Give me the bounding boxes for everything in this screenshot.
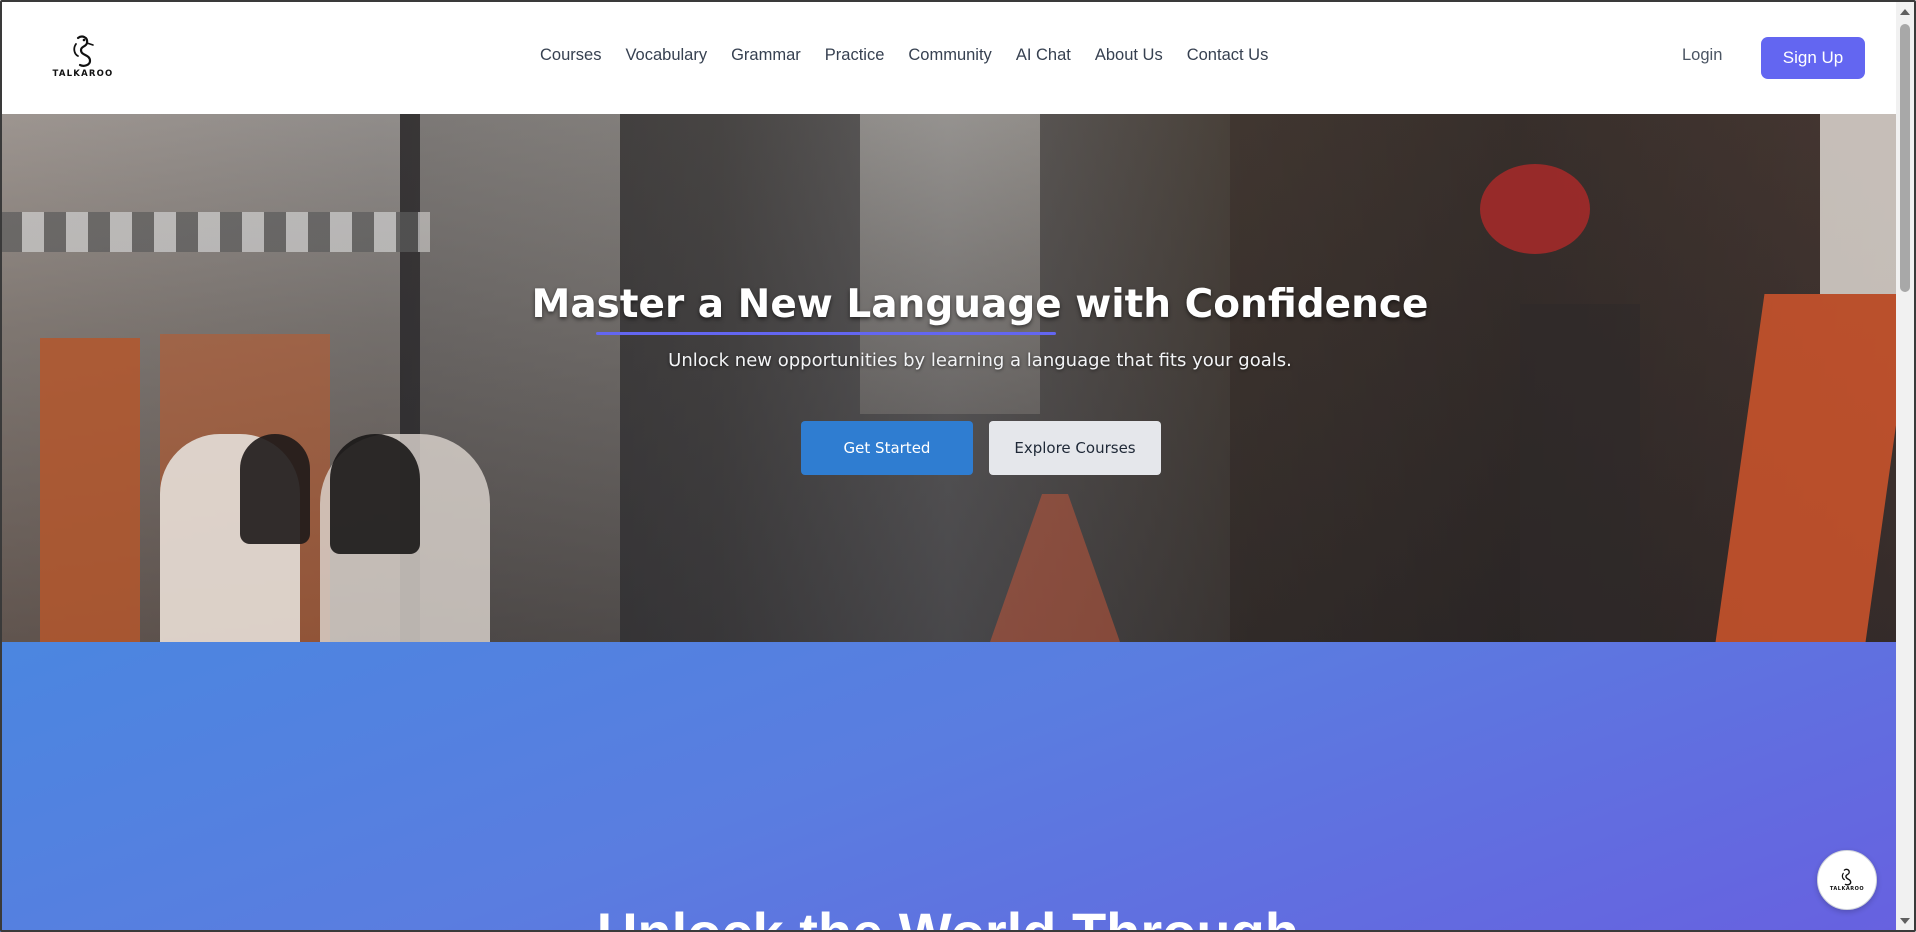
nav-practice[interactable]: Practice — [825, 46, 885, 65]
section-heading: Unlock the World Through — [0, 900, 1896, 932]
title-underline — [596, 332, 1056, 335]
logo-wordmark: TALKAROO — [52, 69, 114, 79]
nav-grammar[interactable]: Grammar — [731, 46, 801, 65]
nav-contact-us[interactable]: Contact Us — [1187, 46, 1269, 65]
main-nav: Courses Vocabulary Grammar Practice Comm… — [540, 46, 1292, 65]
kangaroo-logo-icon — [73, 35, 94, 67]
chat-logo-wordmark: TALKAROO — [1829, 886, 1865, 892]
scroll-thumb[interactable] — [1900, 24, 1910, 292]
features-section: Unlock the World Through — [0, 642, 1896, 932]
hero-title: Master a New Language with Confidence — [531, 282, 1429, 327]
get-started-button[interactable]: Get Started — [801, 421, 973, 475]
scroll-up-arrow-icon[interactable] — [1900, 9, 1910, 15]
talkaroo-logo[interactable]: TALKAROO — [52, 34, 114, 82]
chat-widget-button[interactable]: TALKAROO — [1817, 850, 1877, 910]
scroll-down-arrow-icon[interactable] — [1900, 918, 1910, 924]
sign-up-button[interactable]: Sign Up — [1761, 37, 1865, 79]
kangaroo-logo-icon — [1841, 868, 1852, 886]
nav-about-us[interactable]: About Us — [1095, 46, 1163, 65]
nav-community[interactable]: Community — [908, 46, 991, 65]
hero-subtitle: Unlock new opportunities by learning a l… — [668, 350, 1292, 371]
nav-courses[interactable]: Courses — [540, 46, 601, 65]
vertical-scrollbar[interactable] — [1896, 2, 1914, 930]
explore-courses-button[interactable]: Explore Courses — [989, 421, 1161, 475]
hero-section: Master a New Language with Confidence Un… — [0, 114, 1896, 642]
login-link[interactable]: Login — [1682, 46, 1722, 65]
site-header: TALKAROO Courses Vocabulary Grammar Prac… — [0, 0, 1896, 114]
nav-vocabulary[interactable]: Vocabulary — [625, 46, 707, 65]
nav-ai-chat[interactable]: AI Chat — [1016, 46, 1071, 65]
